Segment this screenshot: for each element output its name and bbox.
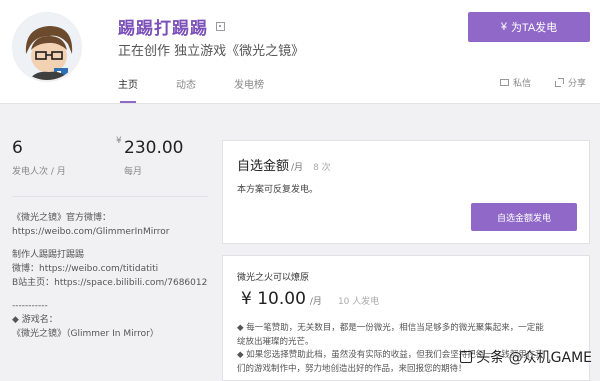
amount-value: 230.00: [124, 138, 184, 158]
plan-amount: ¥ 10.00: [241, 289, 306, 309]
profile-tabs: 主页 动态 发电榜: [118, 76, 264, 103]
qr-code-icon[interactable]: [216, 22, 225, 31]
plan-period: /月: [309, 297, 322, 307]
custom-amount-count: 8 次: [313, 163, 331, 173]
share-action[interactable]: 分享: [554, 76, 586, 89]
custom-amount-title: 自选金额: [237, 159, 290, 174]
watermark: 头条 @众机GAME: [460, 347, 592, 367]
supporters-caption: 发电人次 / 月: [12, 167, 66, 177]
watermark-logo-icon: [460, 351, 473, 363]
creating-label: 正在创作: [118, 44, 171, 59]
plan-supporter-count: 10 人发电: [337, 297, 380, 307]
profile-header: 踢踢打踢踢 正在创作 独立游戏《微光之镜》 ¥ 为TA发电 主页 动态 发电榜 …: [0, 0, 600, 104]
avatar[interactable]: [12, 12, 82, 82]
creating-line: 正在创作 独立游戏《微光之镜》: [118, 40, 304, 59]
amount-stat: ¥ 230.00 每月: [116, 136, 184, 177]
message-label: 私信: [512, 79, 531, 89]
share-icon: [554, 78, 564, 87]
stats-divider: [12, 196, 208, 197]
desc-line: 《微光之镜》（Glimmer In Mirror）: [12, 328, 159, 339]
desc-line: 《微光之镜》官方微博：: [12, 213, 112, 223]
plan-title: 微光之火可以燎原: [237, 273, 310, 283]
tab-feed[interactable]: 动态: [176, 76, 196, 103]
custom-amount-support-button[interactable]: 自选金额发电: [471, 203, 577, 231]
custom-amount-title-row: 自选金额/月 8 次: [237, 155, 331, 174]
supporters-count: 6: [12, 138, 23, 158]
support-creator-button[interactable]: ¥ 为TA发电: [468, 12, 590, 42]
profile-actions: 私信 分享: [499, 76, 586, 89]
watermark-text: 头条 @众机GAME: [476, 350, 592, 366]
support-creator-label: 为TA发电: [510, 22, 558, 34]
amount-caption: 每月: [124, 167, 143, 177]
desc-line: https://weibo.com/GlimmerInMirror: [12, 226, 170, 237]
plan-desc-line: ◆ 每一笔赞助，无关数目，都是一份微光，相信当足够多的微光聚集起来，一定能: [237, 323, 544, 333]
desc-line: B站主页：https://space.bilibili.com/7686012: [12, 277, 208, 288]
custom-amount-period: /月: [291, 163, 304, 173]
desc-line: 制作人踢踢打踢踢: [12, 249, 85, 260]
desc-line: -----------: [12, 300, 48, 311]
amount-currency: ¥: [116, 136, 122, 146]
mail-icon: [499, 79, 509, 86]
tab-home[interactable]: 主页: [118, 76, 138, 103]
desc-line: 微博：https://weibo.com/titidatiti: [12, 263, 159, 274]
share-label: 分享: [567, 79, 586, 89]
yen-icon: ¥: [500, 21, 507, 33]
stats-row: 6 发电人次 / 月 ¥ 230.00 每月: [12, 122, 212, 182]
supporters-stat: 6 发电人次 / 月: [12, 138, 66, 177]
plan-amount-row: ¥ 10.00 /月 10 人发电: [241, 289, 379, 309]
tab-ranking[interactable]: 发电榜: [234, 76, 264, 103]
creator-name: 踢踢打踢踢: [118, 19, 208, 39]
custom-amount-card: 自选金额/月 8 次 本方案可反复发电。 自选金额发电: [222, 140, 590, 244]
message-action[interactable]: 私信: [499, 76, 531, 89]
creating-text: 独立游戏《微光之镜》: [174, 44, 305, 59]
desc-line: ◆ 游戏名：: [12, 314, 58, 325]
creator-description: 《微光之镜》官方微博： https://weibo.com/GlimmerInM…: [12, 212, 212, 342]
custom-amount-note: 本方案可反复发电。: [237, 185, 319, 195]
